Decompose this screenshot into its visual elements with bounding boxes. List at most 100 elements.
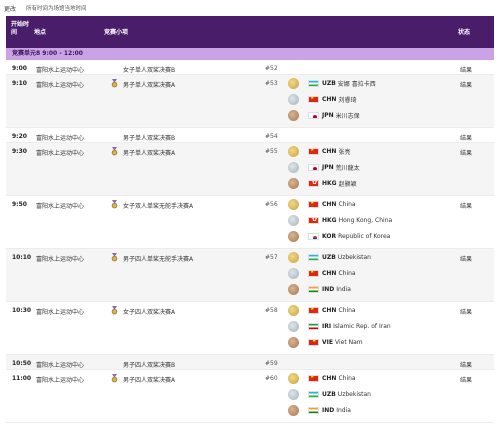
result-link[interactable]: 结果: [460, 375, 472, 384]
result-link[interactable]: 结果: [460, 307, 472, 316]
table-row[interactable]: 10:30 富阳水上运动中心 女子四人双桨决赛A #58 结果 CHNChina IRIIs…: [6, 302, 494, 355]
venue: 富阳水上运动中心: [36, 309, 85, 316]
medalist-entry[interactable]: VIEViet Nam: [288, 337, 363, 348]
timezone-note: 所有时间为场馆当地时间: [26, 6, 87, 12]
medalist-entry[interactable]: CHNChina: [288, 305, 356, 316]
event-number: #52: [265, 65, 278, 72]
medalist-entry[interactable]: JPN 米川志保: [288, 110, 360, 121]
country-code: IND: [322, 407, 335, 414]
schedule-table: 9:00 富阳水上运动中心 女子单人双桨决赛B #52 结果 9:10 富阳水上运动中心 男子…: [6, 60, 494, 423]
country-code: VIE: [322, 339, 333, 346]
country-code: IRI: [322, 323, 332, 330]
bronze-medal-icon: [288, 178, 299, 189]
medalist-entry[interactable]: KOR Republic of Korea: [288, 231, 390, 242]
chn-flag-icon: [308, 270, 319, 277]
country-code: HKG: [322, 217, 337, 224]
medalist-entry[interactable]: CHNChina: [288, 268, 356, 279]
medalist-entry[interactable]: CHN张亮: [288, 146, 350, 157]
result-link[interactable]: 结果: [460, 80, 472, 89]
gold-medal-icon: [288, 252, 299, 263]
header-time: 开始时间: [11, 21, 30, 36]
silver-medal-icon: [288, 268, 299, 279]
athlete-name: 荒川龍太: [335, 165, 360, 172]
athlete-name: China: [338, 375, 356, 382]
medalist-entry[interactable]: IRI Islamic Rep. of Iran: [288, 321, 391, 332]
jpn-flag-icon: [308, 112, 319, 119]
result-link[interactable]: 结果: [460, 254, 472, 263]
result-link[interactable]: 结果: [460, 65, 472, 74]
medalist-entry[interactable]: UZB Uzbekistan: [288, 252, 371, 263]
venue: 富阳水上运动中心: [36, 67, 85, 74]
athlete-name: Viet Nam: [334, 339, 363, 346]
country-code: UZB: [322, 80, 336, 87]
event-name[interactable]: 男子四人双桨决赛B: [123, 360, 175, 369]
silver-medal-icon: [288, 215, 299, 226]
table-row[interactable]: 9:50 富阳水上运动中心 女子双人单桨无舵手决赛A #56 结果 CHNChina HKG…: [6, 196, 494, 249]
table-row[interactable]: 10:10 富阳水上运动中心 男子四人单桨无舵手决赛A #57 结果 UZB Uzbekis…: [6, 249, 494, 302]
country-code: JPN: [322, 164, 334, 171]
table-row[interactable]: 11:00 富阳水上运动中心 男子四人双桨决赛A #60 结果 CHNChina UZBUz…: [6, 370, 494, 423]
table-row[interactable]: 9:20 富阳水上运动中心 男子单人双桨决赛B #54 结果: [6, 128, 494, 143]
event-number: #54: [265, 133, 278, 140]
gold-medal-icon: [288, 146, 299, 157]
gold-medal-icon: [288, 305, 299, 316]
country-code: KOR: [322, 233, 337, 240]
country-code: CHN: [322, 375, 337, 382]
change-link[interactable]: 更改: [4, 4, 16, 13]
start-time: 9:00: [12, 65, 27, 72]
venue: 富阳水上运动中心: [36, 256, 85, 263]
event-name[interactable]: 男子四人双桨决赛A: [123, 375, 175, 384]
top-bar: 更改 所有时间为场馆当地时间: [0, 0, 500, 16]
start-time: 10:50: [12, 360, 32, 367]
table-row[interactable]: 9:30 富阳水上运动中心 男子单人双桨决赛A #55 结果 CHN张亮 JPN荒川龍太 HK…: [6, 143, 494, 196]
table-row[interactable]: 9:10 富阳水上运动中心 男子单人双桨决赛A #53 结果 UZB安娜 喜拉卡西 CHN刘…: [6, 75, 494, 128]
silver-medal-icon: [288, 321, 299, 332]
athlete-name: China: [338, 270, 356, 277]
result-link[interactable]: 结果: [460, 201, 472, 210]
result-link[interactable]: 结果: [460, 148, 472, 157]
table-row[interactable]: 10:50 富阳水上运动中心 男子四人双桨决赛B #59 结果: [6, 355, 494, 370]
start-time: 11:00: [12, 375, 32, 382]
event-name[interactable]: 女子四人双桨决赛A: [123, 307, 175, 316]
silver-medal-icon: [288, 162, 299, 173]
uzb-flag-icon: [308, 391, 319, 398]
result-link[interactable]: 结果: [460, 133, 472, 142]
event-name[interactable]: 女子双人单桨无舵手决赛A: [123, 201, 193, 210]
gold-medal-icon: [288, 78, 299, 89]
medal-event-icon: [111, 374, 118, 383]
bronze-medal-icon: [288, 110, 299, 121]
medalist-entry[interactable]: JPN 荒川龍太: [288, 162, 360, 173]
medalist-entry[interactable]: CHN刘睿琦: [288, 94, 356, 105]
hkg-flag-icon: [308, 180, 319, 187]
medalist-entry[interactable]: HKGHong Kong, China: [288, 215, 392, 226]
start-time: 9:30: [12, 148, 27, 155]
country-code: HKG: [322, 180, 337, 187]
medalist-entry[interactable]: IND India: [288, 284, 351, 295]
medalist-entry[interactable]: HKG赵颢颖: [288, 178, 357, 189]
venue: 富阳水上运动中心: [36, 82, 85, 89]
event-name[interactable]: 男子单人双桨决赛A: [123, 80, 175, 89]
medalist-entry[interactable]: IND India: [288, 405, 351, 416]
bronze-medal-icon: [288, 231, 299, 242]
result-link[interactable]: 结果: [460, 360, 472, 369]
country-code: UZB: [322, 254, 336, 261]
medalist-entry[interactable]: CHNChina: [288, 373, 356, 384]
table-row[interactable]: 9:00 富阳水上运动中心 女子单人双桨决赛B #52 结果: [6, 60, 494, 75]
event-name[interactable]: 男子单人双桨决赛A: [123, 148, 175, 157]
event-name[interactable]: 女子单人双桨决赛B: [123, 65, 175, 74]
medalist-entry[interactable]: CHNChina: [288, 199, 356, 210]
venue: 富阳水上运动中心: [36, 362, 85, 369]
chn-flag-icon: [308, 307, 319, 314]
country-code: JPN: [322, 112, 334, 119]
ind-flag-icon: [308, 286, 319, 293]
athlete-name: 安娜 喜拉卡西: [337, 81, 376, 88]
event-name[interactable]: 男子四人单桨无舵手决赛A: [123, 254, 193, 263]
chn-flag-icon: [308, 375, 319, 382]
medalist-entry[interactable]: UZB 安娜 喜拉卡西: [288, 78, 376, 89]
silver-medal-icon: [288, 389, 299, 400]
country-code: CHN: [322, 270, 337, 277]
event-number: #56: [265, 201, 278, 208]
event-name[interactable]: 男子单人双桨决赛B: [123, 133, 175, 142]
medalist-entry[interactable]: UZB Uzbekistan: [288, 389, 371, 400]
athlete-name: Uzbekistan: [337, 391, 371, 398]
